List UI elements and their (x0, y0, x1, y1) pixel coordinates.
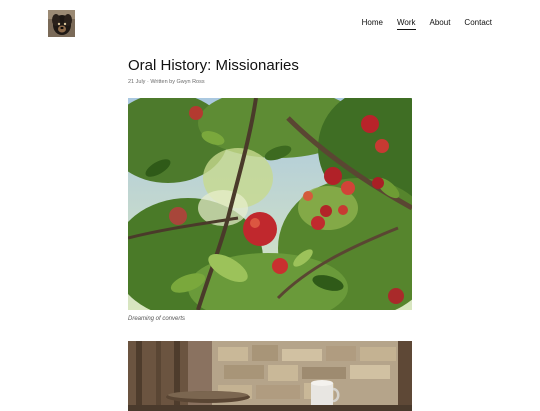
site-logo[interactable] (48, 10, 75, 37)
nav-contact-link[interactable]: Contact (464, 17, 492, 30)
dog-portrait-image (48, 10, 75, 37)
nav-about-link[interactable]: About (430, 17, 451, 30)
post-title[interactable]: Oral History: Missionaries (128, 56, 412, 76)
post-meta: 21 July · Written by Gwyn Ross (128, 79, 205, 85)
photo-caption: Dreaming of converts (128, 316, 186, 322)
blog-post: Oral History: Missionaries 21 July · Wri… (128, 56, 412, 411)
nav-home-link[interactable]: Home (362, 17, 383, 30)
stone-wall-photo (128, 341, 412, 411)
main-nav: Home Work About Contact (362, 17, 492, 30)
nav-work-link[interactable]: Work (396, 17, 416, 30)
apple-tree-photo (128, 98, 412, 310)
